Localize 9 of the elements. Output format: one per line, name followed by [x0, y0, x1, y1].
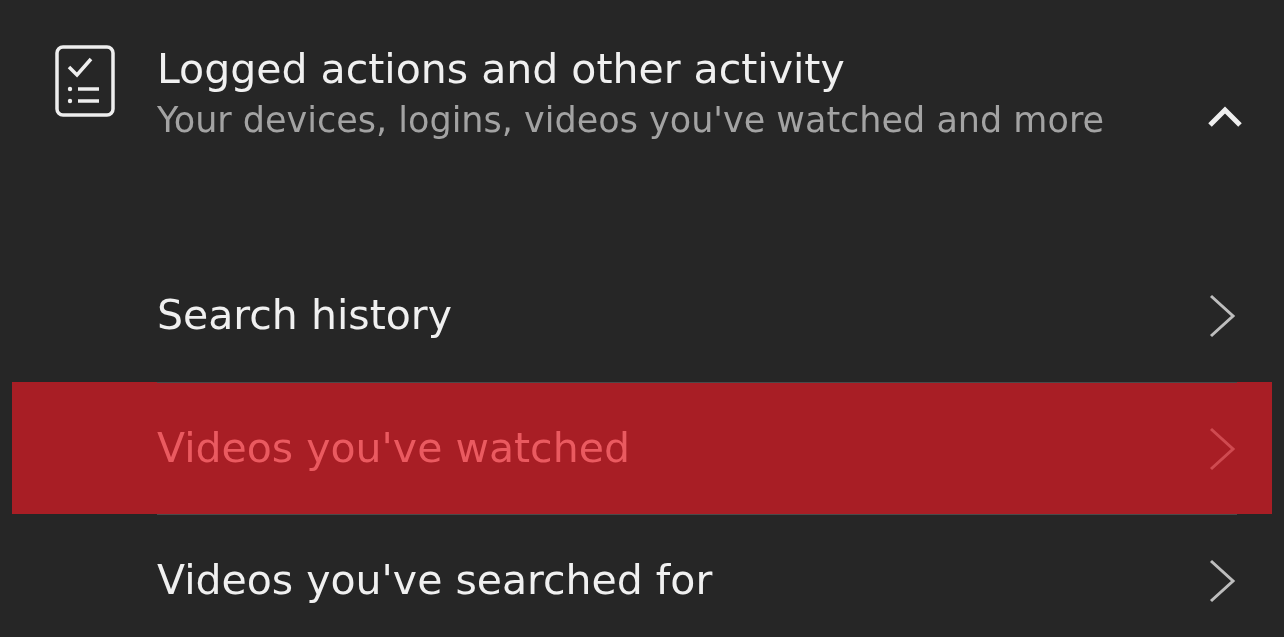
chevron-right-icon	[1207, 425, 1237, 472]
collapse-icon[interactable]	[1206, 105, 1244, 129]
chevron-right-icon	[1207, 293, 1237, 339]
menu-item[interactable]: Search history	[12, 250, 1272, 382]
checklist-icon	[55, 45, 115, 117]
section-title: Logged actions and other activity	[157, 45, 846, 93]
chevron-right-icon	[1207, 557, 1237, 604]
menu-item[interactable]: Videos you've searched for	[12, 514, 1272, 637]
section-subtitle: Your devices, logins, videos you've watched and more	[157, 99, 1106, 142]
